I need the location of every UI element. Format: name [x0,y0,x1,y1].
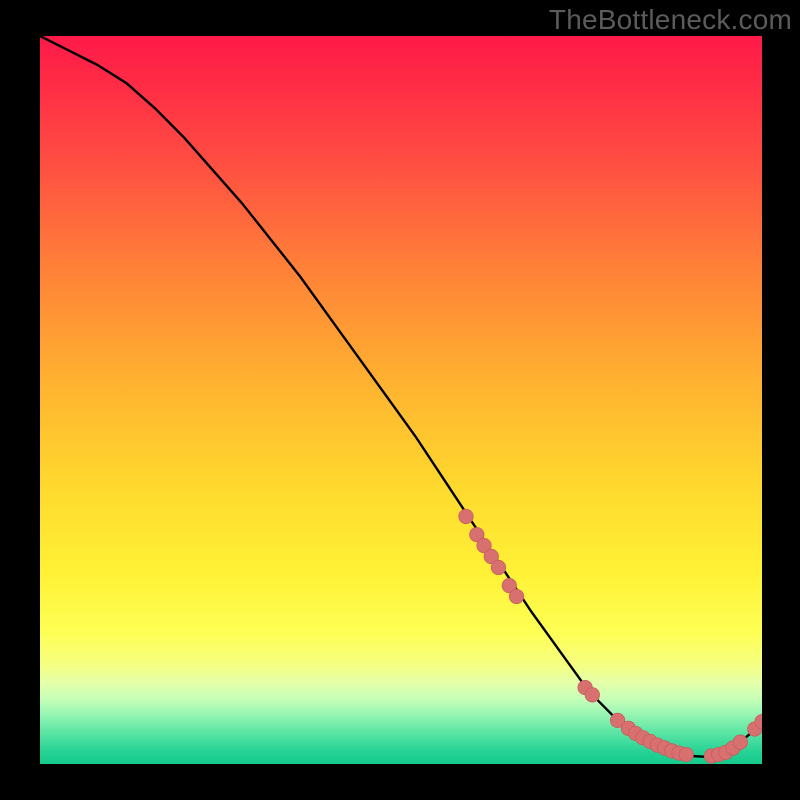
plot-area [40,36,762,764]
watermark-text: TheBottleneck.com [549,4,792,36]
chart-frame: TheBottleneck.com [0,0,800,800]
data-marker [733,735,747,749]
data-marker [491,560,505,574]
data-marker [585,688,599,702]
chart-svg [40,36,762,764]
bottleneck-curve [40,36,762,757]
data-marker [509,589,523,603]
data-markers [459,509,762,763]
data-marker [679,747,693,761]
data-marker [459,509,473,523]
